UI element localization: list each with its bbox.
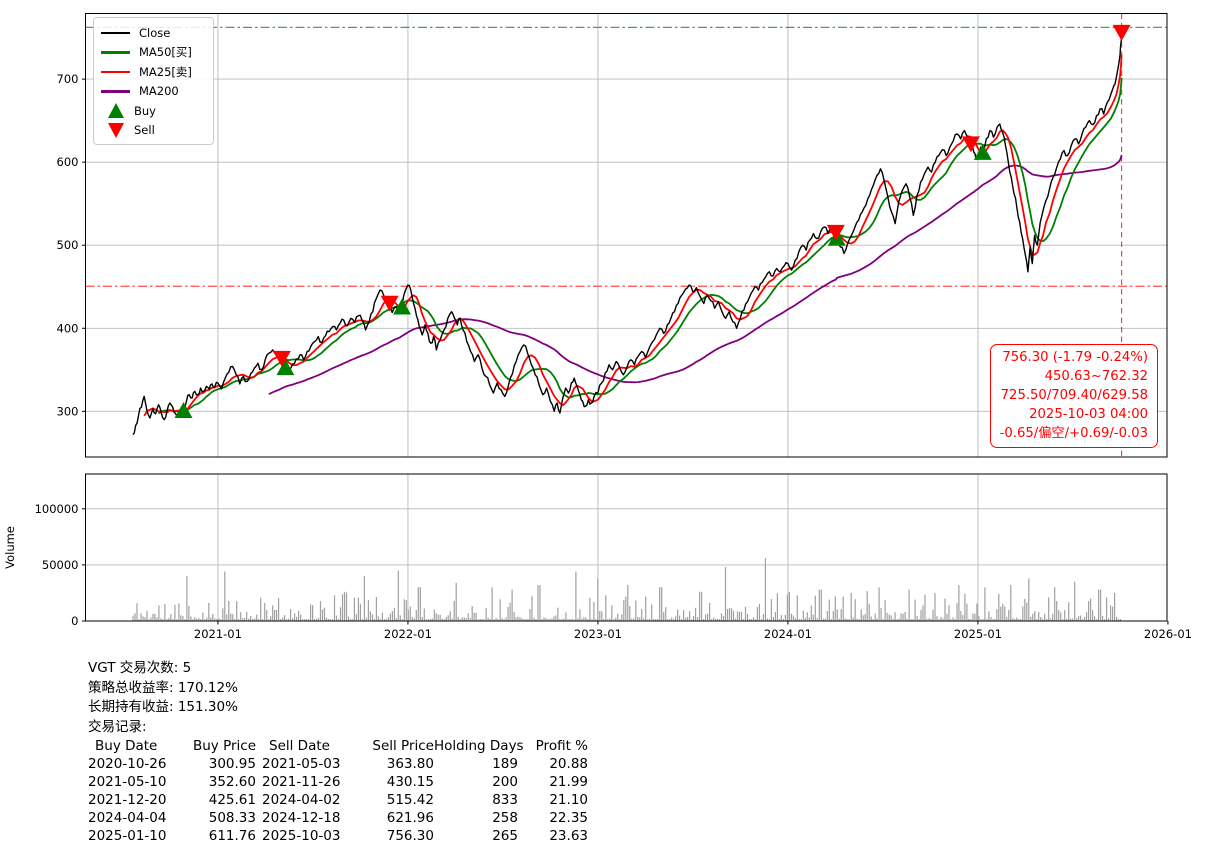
col-sell-price: Sell Price (372, 738, 434, 754)
col-sell-date: Sell Date (269, 738, 330, 754)
svg-text:2021-01: 2021-01 (194, 627, 242, 641)
svg-text:2022-01: 2022-01 (384, 627, 432, 641)
legend-label: MA200 (139, 84, 179, 99)
svg-text:700: 700 (57, 72, 79, 86)
trade-cell: 2021-05-10 (88, 774, 167, 790)
legend-label: MA50[买] (139, 45, 192, 60)
svg-text:2023-01: 2023-01 (574, 627, 622, 641)
volume-axis-label: Volume (3, 526, 17, 569)
svg-text:2026-01: 2026-01 (1144, 627, 1192, 641)
figure-canvas: 300 400 500 600 700 0 50000 100000 2021-01 2022-0… (0, 0, 1205, 852)
svg-text:400: 400 (57, 321, 79, 335)
price-annotation: 756.30 (-1.79 -0.24%) 450.63~762.32 725.… (989, 344, 1158, 448)
trade-cell: 2024-04-02 (262, 792, 341, 808)
trade-cell: 189 (492, 756, 518, 772)
trade-table-header: Buy Date Buy Price Sell Date Sell PriceHold… (88, 737, 588, 755)
svg-text:50000: 50000 (42, 558, 79, 572)
legend-item-close: Close (101, 23, 207, 43)
trade-cell: 425.61 (208, 792, 256, 808)
trade-row: 2020-10-26 300.95 2021-05-03 363.80 189 20.88 (88, 755, 588, 773)
trade-cell: 21.99 (549, 774, 588, 790)
ma25-line-swatch (101, 70, 130, 73)
trade-count-line: VGT 交易次数: 5 (88, 660, 192, 676)
trade-cell: 258 (492, 810, 518, 826)
legend-item-ma50: MA50[买] (101, 43, 207, 63)
buy-triangle-icon (108, 103, 124, 119)
trade-cell: 2021-12-20 (88, 792, 167, 808)
col-holding-days: Holding Days (434, 738, 524, 754)
trade-cell: 2025-10-03 (262, 828, 341, 844)
trade-cell: 2024-12-18 (262, 810, 341, 826)
trade-cell: 21.10 (549, 792, 588, 808)
col-profit-pct: Profit % (535, 738, 588, 754)
buyhold-return-line: 长期持有收益: 151.30% (88, 699, 238, 715)
trade-cell: 611.76 (208, 828, 256, 844)
trade-cell: 23.63 (549, 828, 588, 844)
legend-item-ma25: MA25[卖] (101, 62, 207, 82)
svg-text:0: 0 (71, 614, 78, 628)
svg-text:2025-01: 2025-01 (954, 627, 1002, 641)
legend-item-sell: Sell (101, 121, 207, 141)
trade-cell: 2025-01-10 (88, 828, 167, 844)
svg-text:300: 300 (57, 404, 79, 418)
strategy-return-line: 策略总收益率: 170.12% (88, 679, 238, 696)
trade-cell: 265 (492, 828, 518, 844)
trade-cell: 2021-05-03 (262, 756, 341, 772)
trade-table-body: 2020-10-26 300.95 2021-05-03 363.80 189 20.88… (88, 755, 588, 845)
trade-summary: VGT 交易次数: 5 策略总收益率: 170.12% 长期持有收益: 151.… (88, 659, 588, 845)
legend-label: Close (139, 25, 171, 40)
svg-text:600: 600 (57, 155, 79, 169)
legend-label: Sell (134, 123, 155, 138)
trade-cell: 200 (492, 774, 518, 790)
trade-cell: 2021-11-26 (262, 774, 341, 790)
trade-cell: 756.30 (386, 828, 434, 844)
trade-records-label: 交易记录: (88, 718, 147, 735)
col-buy-date: Buy Date (95, 738, 158, 754)
volume-bars (132, 558, 1122, 621)
trade-table: Buy Date Buy Price Sell Date Sell PriceHold… (88, 737, 588, 845)
trade-row: 2021-05-10 352.60 2021-11-26 430.15 200 21.99 (88, 773, 588, 791)
sell-markers (272, 24, 1131, 367)
chart-legend: Close MA50[买] MA25[卖] MA200 Buy Sell (93, 17, 214, 145)
legend-item-buy: Buy (101, 101, 207, 121)
close-line-swatch (101, 31, 130, 34)
trade-cell: 621.96 (386, 810, 434, 826)
ma200-line-swatch (101, 90, 130, 93)
legend-label: MA25[卖] (139, 64, 192, 79)
trade-cell: 833 (492, 792, 518, 808)
buy-markers (174, 143, 992, 419)
trade-cell: 300.95 (208, 756, 256, 772)
trade-row: 2024-04-04 508.33 2024-12-18 621.96 258 22.35 (88, 809, 588, 827)
col-buy-price: Buy Price (192, 738, 256, 754)
svg-text:100000: 100000 (35, 502, 79, 516)
trade-cell: 430.15 (386, 774, 434, 790)
ma50-line-swatch (101, 51, 130, 54)
trade-cell: 22.35 (549, 810, 588, 826)
trade-cell: 2024-04-04 (88, 810, 167, 826)
trade-cell: 20.88 (549, 756, 588, 772)
sell-triangle-icon (108, 122, 124, 138)
trade-cell: 363.80 (386, 756, 434, 772)
legend-label: Buy (134, 103, 156, 118)
trade-cell: 508.33 (208, 810, 256, 826)
svg-text:2024-01: 2024-01 (764, 627, 812, 641)
trade-cell: 2020-10-26 (88, 756, 167, 772)
legend-item-ma200: MA200 (101, 82, 207, 102)
trade-row: 2025-01-10 611.76 2025-10-03 756.30 265 23.63 (88, 827, 588, 845)
svg-text:500: 500 (57, 238, 79, 252)
sell-marker-icon (1112, 24, 1131, 41)
trade-cell: 515.42 (386, 792, 434, 808)
trade-cell: 352.60 (208, 774, 256, 790)
trade-row: 2021-12-20 425.61 2024-04-02 515.42 833 21.10 (88, 791, 588, 809)
